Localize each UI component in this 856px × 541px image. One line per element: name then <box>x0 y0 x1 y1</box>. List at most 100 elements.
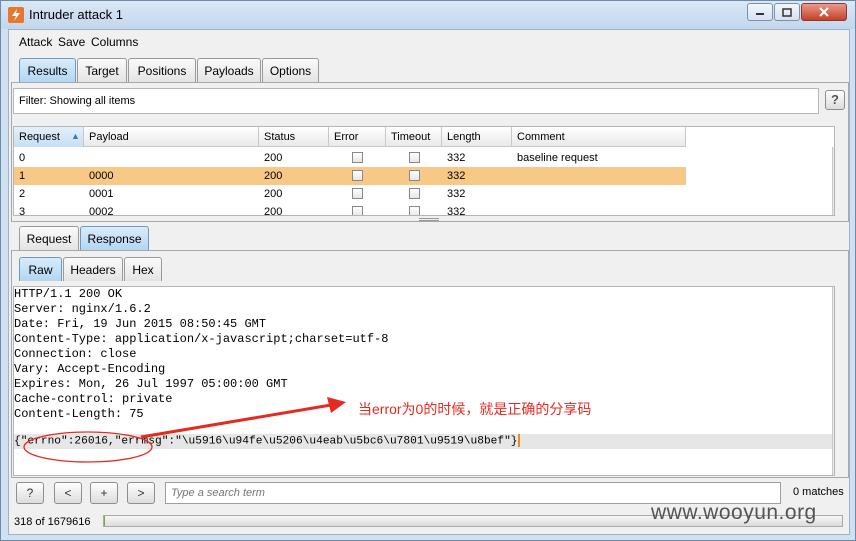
minimize-button[interactable] <box>747 3 773 21</box>
timeout-checkbox[interactable] <box>409 170 420 181</box>
cell-status: 200 <box>264 188 283 200</box>
search-prev-button[interactable]: < <box>54 482 82 504</box>
maximize-icon <box>782 7 792 17</box>
tab-hex[interactable]: Hex <box>124 257 162 281</box>
response-line: Server: nginx/1.6.2 <box>14 302 151 316</box>
request-progress-text: 318 of 1679616 <box>14 516 91 528</box>
timeout-checkbox[interactable] <box>409 152 420 163</box>
menu-save[interactable]: Save <box>58 35 85 49</box>
cell-length: 332 <box>447 152 466 164</box>
cell-request: 3 <box>19 206 26 216</box>
cell-payload: 0002 <box>89 206 114 216</box>
column-timeout[interactable]: Timeout <box>386 127 442 147</box>
response-scrollbar[interactable]: ▲ ▼ <box>832 287 835 475</box>
error-checkbox[interactable] <box>352 188 363 199</box>
table-row[interactable]: 2 0001 200 332 <box>14 185 686 203</box>
scroll-down-icon[interactable]: ▼ <box>833 459 834 473</box>
text-cursor <box>517 434 520 447</box>
cell-length: 332 <box>447 170 466 182</box>
timeout-checkbox[interactable] <box>409 188 420 199</box>
tab-options[interactable]: Options <box>262 58 319 82</box>
sort-ascending-icon: ▲ <box>71 131 80 141</box>
timeout-checkbox[interactable] <box>409 206 420 215</box>
cell-request: 1 <box>19 170 26 182</box>
column-status[interactable]: Status <box>259 127 329 147</box>
table-row[interactable]: 3 0002 200 332 <box>14 203 686 216</box>
cell-payload: 0001 <box>89 188 114 200</box>
search-add-button[interactable]: + <box>90 482 118 504</box>
splitter-handle[interactable] <box>419 218 439 221</box>
close-button[interactable] <box>801 3 847 21</box>
intruder-window: Intruder attack 1 Attack Save Columns Re… <box>0 0 856 541</box>
filter-help-button[interactable]: ? <box>825 90 845 110</box>
cell-comment: baseline request <box>517 152 598 164</box>
column-request-label: Request <box>19 131 60 143</box>
menu-attack[interactable]: Attack <box>19 35 52 49</box>
cell-status: 200 <box>264 152 283 164</box>
tab-target[interactable]: Target <box>77 58 127 82</box>
filter-text: Filter: Showing all items <box>19 95 136 107</box>
table-scrollbar[interactable]: ▲ ▼ <box>832 147 835 215</box>
response-line: HTTP/1.1 200 OK <box>14 287 123 301</box>
tab-payloads[interactable]: Payloads <box>197 58 261 82</box>
column-length[interactable]: Length <box>442 127 512 147</box>
response-line: Date: Fri, 19 Jun 2015 08:50:45 GMT <box>14 317 267 331</box>
tab-request[interactable]: Request <box>19 226 79 250</box>
table-row[interactable]: 1 0000 200 332 <box>14 167 686 185</box>
watermark: www.wooyun.org <box>651 501 817 524</box>
minimize-icon <box>756 13 764 15</box>
close-icon <box>819 7 829 17</box>
cell-status: 200 <box>264 170 283 182</box>
message-tabs: Request Response <box>19 226 159 250</box>
table-header: Request ▲ Payload Status Error Timeout L… <box>14 127 686 147</box>
response-scroll-thumb[interactable] <box>834 303 835 455</box>
search-input[interactable] <box>166 483 780 503</box>
response-body: {"errno":26016,"errmsg":"\u5916\u94fe\u5… <box>14 435 518 448</box>
client-area: Attack Save Columns Results Target Posit… <box>8 29 850 535</box>
view-tabs: Raw Headers Hex <box>19 257 169 281</box>
column-comment[interactable]: Comment <box>512 127 686 147</box>
response-line: Vary: Accept-Encoding <box>14 362 166 376</box>
tab-response[interactable]: Response <box>80 226 149 250</box>
filter-bar[interactable]: Filter: Showing all items <box>13 88 819 114</box>
title-bar[interactable]: Intruder attack 1 <box>1 1 855 29</box>
results-table: Request ▲ Payload Status Error Timeout L… <box>13 126 835 216</box>
match-count: 0 matches <box>793 486 844 498</box>
scroll-up-icon[interactable]: ▲ <box>833 287 834 301</box>
response-editor[interactable]: HTTP/1.1 200 OK Server: nginx/1.6.2 Date… <box>13 286 835 476</box>
column-payload[interactable]: Payload <box>84 127 259 147</box>
main-tabs: Results Target Positions Payloads Option… <box>19 58 339 82</box>
cell-payload: 0000 <box>89 170 114 182</box>
cell-request: 0 <box>19 152 26 164</box>
maximize-button[interactable] <box>774 3 800 21</box>
column-request[interactable]: Request ▲ <box>14 127 84 147</box>
error-checkbox[interactable] <box>352 170 363 181</box>
scroll-down-icon[interactable]: ▼ <box>833 199 834 213</box>
annotation-text: 当error为0的时候，就是正确的分享码 <box>358 401 592 417</box>
scroll-up-icon[interactable]: ▲ <box>833 147 834 161</box>
burp-lightning-icon <box>8 7 24 23</box>
table-scroll-thumb[interactable] <box>834 167 835 197</box>
error-checkbox[interactable] <box>352 206 363 215</box>
tab-positions[interactable]: Positions <box>128 58 196 82</box>
window-title: Intruder attack 1 <box>29 7 123 22</box>
column-error[interactable]: Error <box>329 127 386 147</box>
table-row[interactable]: 0 200 332 baseline request <box>14 149 686 167</box>
response-line: Connection: close <box>14 347 137 361</box>
tab-headers[interactable]: Headers <box>63 257 123 281</box>
menu-columns[interactable]: Columns <box>91 35 138 49</box>
response-line: Expires: Mon, 26 Jul 1997 05:00:00 GMT <box>14 377 288 391</box>
response-line: Content-Type: application/x-javascript;c… <box>14 332 389 346</box>
search-help-button[interactable]: ? <box>16 482 44 504</box>
cell-request: 2 <box>19 188 26 200</box>
cell-length: 332 <box>447 206 466 216</box>
response-line: Content-Length: 75 <box>14 407 144 421</box>
error-checkbox[interactable] <box>352 152 363 163</box>
cell-length: 332 <box>447 188 466 200</box>
menu-bar: Attack Save Columns <box>9 30 849 54</box>
tab-raw[interactable]: Raw <box>19 257 62 281</box>
search-next-button[interactable]: > <box>127 482 155 504</box>
cell-status: 200 <box>264 206 283 216</box>
response-body-line: {"errno":26016,"errmsg":"\u5916\u94fe\u5… <box>14 434 520 449</box>
tab-results[interactable]: Results <box>19 58 76 82</box>
